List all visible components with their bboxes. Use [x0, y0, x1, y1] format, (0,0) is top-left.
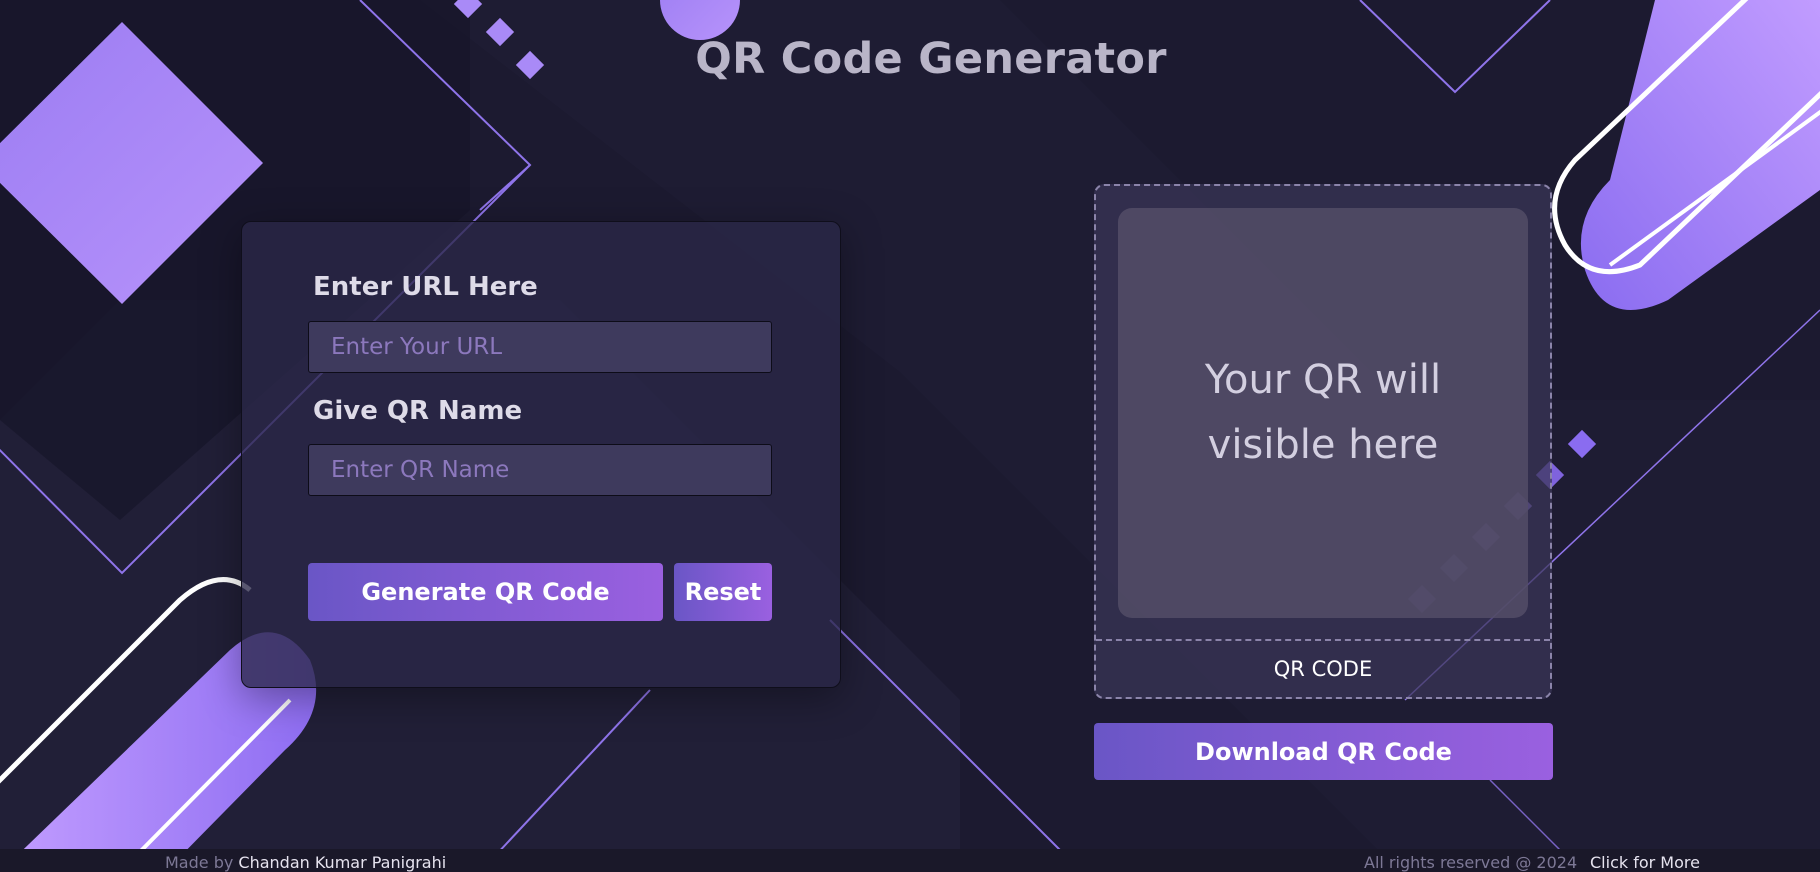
footer-made-by-prefix: Made by	[165, 853, 239, 872]
qr-caption: QR CODE	[1096, 639, 1550, 697]
footer: Made by Chandan Kumar Panigrahi All righ…	[0, 849, 1820, 872]
qr-output-box: Your QR will visible here QR CODE	[1094, 184, 1552, 699]
qr-placeholder-text: Your QR will visible here	[1204, 357, 1442, 468]
reset-button[interactable]: Reset	[674, 563, 772, 621]
url-label: Enter URL Here	[313, 272, 538, 302]
footer-rights: All rights reserved @ 2024	[1364, 853, 1578, 872]
footer-author-link[interactable]: Chandan Kumar Panigrahi	[238, 853, 446, 872]
qr-preview: Your QR will visible here	[1118, 208, 1528, 618]
page-title: QR Code Generator	[695, 34, 1167, 84]
download-qr-button[interactable]: Download QR Code	[1094, 723, 1553, 780]
qr-name-input[interactable]	[308, 444, 772, 496]
url-input[interactable]	[308, 321, 772, 373]
qr-form-card: Enter URL Here Give QR Name Generate QR …	[241, 221, 841, 688]
qr-name-label: Give QR Name	[313, 396, 523, 426]
generate-qr-button[interactable]: Generate QR Code	[308, 563, 663, 621]
footer-made-by: Made by Chandan Kumar Panigrahi	[165, 853, 446, 872]
footer-more-link[interactable]: Click for More	[1590, 853, 1700, 872]
